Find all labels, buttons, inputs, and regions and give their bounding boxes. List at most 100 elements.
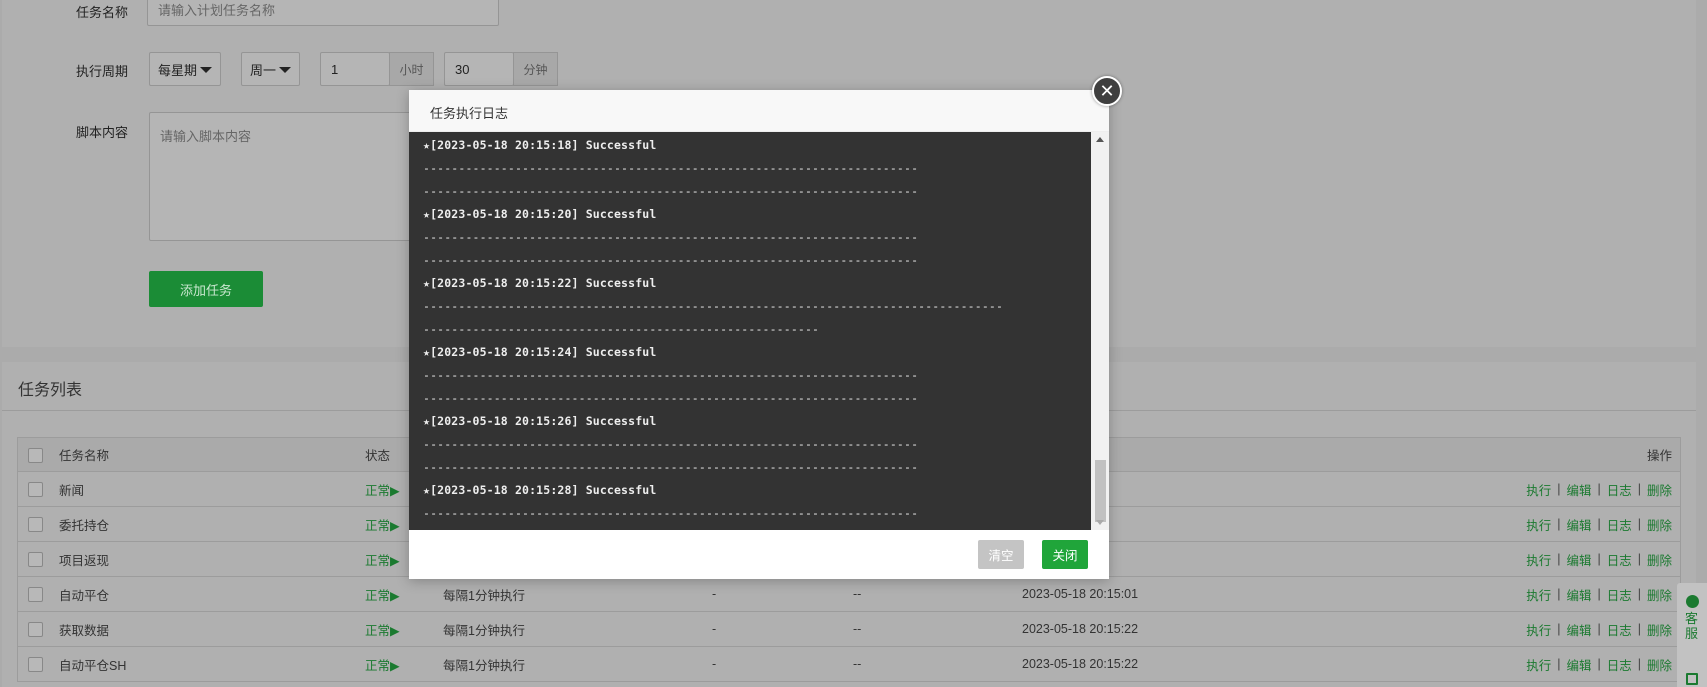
run-link[interactable]: 执行 [1526,515,1551,534]
clear-log-button[interactable]: 清空 [978,540,1024,569]
run-link[interactable]: 执行 [1526,620,1551,639]
separator: | [1597,552,1601,566]
log-link[interactable]: 日志 [1607,550,1632,569]
task-cycle: 每隔1分钟执行 [443,658,525,673]
cycle-label: 执行周期 [76,64,129,79]
cycle-type-value: 每星期 [158,62,198,78]
row-checkbox[interactable] [28,482,43,497]
separator: | [1557,657,1561,671]
script-textarea[interactable]: 请输入脚本内容 [149,112,419,241]
separator: | [1557,622,1561,636]
status-badge[interactable]: 正常▶ [365,647,400,681]
row-actions: 执行 | 编辑 | 日志 | 删除 [1526,577,1672,611]
last-run-time: 2023-05-18 20:15:22 [1022,622,1139,636]
log-entry: ★[2023-05-18 20:15:18] Successful [423,138,657,152]
edit-icon[interactable] [1686,673,1698,685]
status-badge[interactable]: 正常▶ [365,472,400,506]
close-icon[interactable]: ✕ [1092,76,1122,106]
minute-unit: 分钟 [513,52,558,86]
separator: | [1637,587,1641,601]
task-list-title: 任务列表 [18,382,83,399]
separator: | [1557,587,1561,601]
log-separator: ----------------------------------------… [423,506,919,520]
row-checkbox[interactable] [28,657,43,672]
delete-link[interactable]: 删除 [1647,620,1672,639]
dialog-footer: 清空 关闭 [409,530,1109,579]
weekday-value: 周一 [250,62,277,78]
edit-link[interactable]: 编辑 [1566,620,1591,639]
separator: | [1637,657,1641,671]
scroll-down-arrow-icon[interactable] [1096,520,1104,525]
delete-link[interactable]: 删除 [1647,585,1672,604]
row-checkbox[interactable] [28,552,43,567]
log-link[interactable]: 日志 [1607,480,1632,499]
edit-link[interactable]: 编辑 [1566,655,1591,674]
status-badge[interactable]: 正常▶ [365,612,400,646]
edit-link[interactable]: 编辑 [1566,515,1591,534]
task-col-5: -- [853,657,862,671]
task-name: 新闻 [59,483,85,498]
task-name-input[interactable]: 请输入计划任务名称 [147,0,499,26]
run-link[interactable]: 执行 [1526,480,1551,499]
scroll-up-arrow-icon[interactable] [1096,137,1104,142]
log-separator: ----------------------------------------… [423,299,1004,313]
minute-input[interactable]: 30 [444,52,514,86]
separator: | [1637,622,1641,636]
run-link[interactable]: 执行 [1526,655,1551,674]
run-link[interactable]: 执行 [1526,585,1551,604]
status-badge[interactable]: 正常▶ [365,542,400,576]
log-link[interactable]: 日志 [1607,655,1632,674]
log-separator: ----------------------------------------… [423,161,919,175]
task-name-placeholder: 请输入计划任务名称 [158,2,276,18]
select-all-checkbox[interactable] [28,448,43,463]
row-actions: 执行 | 编辑 | 日志 | 删除 [1526,647,1672,681]
status-badge[interactable]: 正常▶ [365,577,400,611]
edit-link[interactable]: 编辑 [1566,550,1591,569]
hour-value: 1 [331,61,339,77]
task-name: 自动平仓SH [59,658,127,673]
log-scrollbar[interactable] [1091,132,1109,530]
log-separator: ----------------------------------------… [423,437,919,451]
task-col-4: - [712,587,717,601]
separator: | [1597,622,1601,636]
row-checkbox[interactable] [28,622,43,637]
separator: | [1597,587,1601,601]
task-name: 自动平仓 [59,588,110,603]
customer-service-widget[interactable]: 客服 [1677,583,1707,687]
edit-link[interactable]: 编辑 [1566,585,1591,604]
service-icon [1686,595,1699,608]
delete-link[interactable]: 删除 [1647,480,1672,499]
delete-link[interactable]: 删除 [1647,550,1672,569]
delete-link[interactable]: 删除 [1647,515,1672,534]
log-separator: ----------------------------------------… [423,322,820,336]
run-link[interactable]: 执行 [1526,550,1551,569]
add-task-button[interactable]: 添加任务 [149,271,263,307]
task-log-dialog: 任务执行日志 ★[2023-05-18 20:15:18] Successful… [409,90,1109,579]
task-cycle: 每隔1分钟执行 [443,588,525,603]
log-link[interactable]: 日志 [1607,620,1632,639]
task-col-4: - [712,622,717,636]
weekday-select[interactable]: 周一 [241,52,300,86]
log-link[interactable]: 日志 [1607,515,1632,534]
task-name-label: 任务名称 [76,5,129,20]
edit-link[interactable]: 编辑 [1566,480,1591,499]
row-checkbox[interactable] [28,587,43,602]
last-run-time: 2023-05-18 20:15:01 [1022,587,1139,601]
cycle-type-select[interactable]: 每星期 [149,52,221,86]
delete-link[interactable]: 删除 [1647,655,1672,674]
col-header-status: 状态 [365,449,391,463]
scroll-thumb[interactable] [1095,460,1106,522]
log-output[interactable]: ★[2023-05-18 20:15:18] Successful -------… [409,132,1091,530]
table-row: 获取数据 正常▶ 每隔1分钟执行 - -- 2023-05-18 20:15:2… [17,612,1681,647]
status-badge[interactable]: 正常▶ [365,507,400,541]
log-separator: ----------------------------------------… [423,391,919,405]
log-separator: ----------------------------------------… [423,460,919,474]
close-dialog-button[interactable]: 关闭 [1042,540,1088,569]
hour-input[interactable]: 1 [320,52,390,86]
row-checkbox[interactable] [28,517,43,532]
table-row: 自动平仓 正常▶ 每隔1分钟执行 - -- 2023-05-18 20:15:0… [17,577,1681,612]
task-col-4: - [712,657,717,671]
log-link[interactable]: 日志 [1607,585,1632,604]
separator: | [1637,482,1641,496]
separator: | [1597,657,1601,671]
